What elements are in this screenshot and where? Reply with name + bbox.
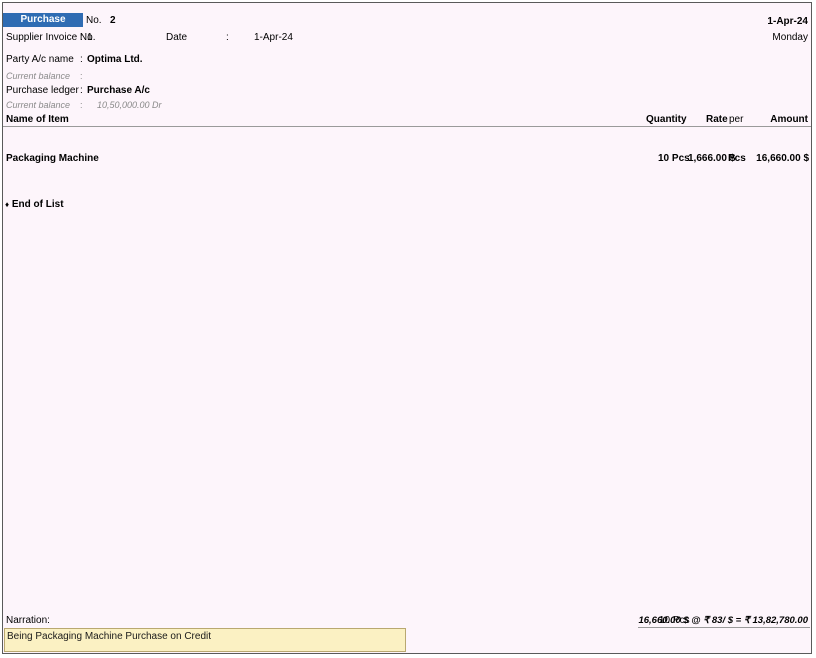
- item-amount[interactable]: 16,660.00 $: [756, 153, 809, 164]
- item-quantity[interactable]: 10 Pcs: [658, 153, 690, 164]
- party-value[interactable]: Optima Ltd.: [87, 54, 143, 65]
- column-rate: Rate: [706, 114, 728, 125]
- diamond-icon: ♦: [5, 200, 10, 209]
- colon: :: [80, 32, 83, 43]
- item-per[interactable]: Pcs: [728, 153, 746, 164]
- column-amount: Amount: [770, 114, 808, 125]
- colon: :: [80, 71, 83, 81]
- voucher-no-label: No.: [86, 15, 102, 26]
- end-of-list[interactable]: ♦ End of List: [5, 199, 64, 210]
- ledger-label: Purchase ledger: [6, 85, 79, 96]
- colon: :: [80, 100, 83, 110]
- narration-field[interactable]: Being Packaging Machine Purchase on Cred…: [4, 628, 406, 652]
- supplier-date-label: Date: [166, 32, 188, 43]
- ledger-balance-value: 10,50,000.00 Dr: [97, 100, 162, 110]
- column-item: Name of Item: [6, 114, 69, 125]
- voucher-day: Monday: [772, 32, 808, 43]
- supplier-invoice-value[interactable]: 1: [87, 32, 93, 43]
- supplier-date-value[interactable]: 1-Apr-24: [254, 32, 293, 43]
- item-name[interactable]: Packaging Machine: [6, 153, 99, 164]
- voucher-no-value[interactable]: 2: [110, 15, 116, 26]
- ledger-balance-label: Current balance: [6, 100, 71, 110]
- totals-divider: [638, 627, 810, 628]
- voucher-type-badge[interactable]: Purchase: [3, 13, 83, 27]
- colon: :: [80, 85, 83, 96]
- party-label: Party A/c name: [6, 54, 74, 65]
- narration-label: Narration:: [6, 615, 50, 626]
- colon: :: [80, 54, 83, 65]
- colon: :: [226, 32, 229, 43]
- header-divider: [3, 126, 811, 127]
- ledger-value[interactable]: Purchase A/c: [87, 85, 150, 96]
- voucher-date[interactable]: 1-Apr-24: [767, 16, 808, 27]
- party-balance-label: Current balance: [6, 71, 71, 81]
- total-amount: 16,660.00 $ @ ₹ 83/ $ = ₹ 13,82,780.00: [638, 615, 808, 626]
- end-of-list-label: End of List: [11, 199, 64, 210]
- column-quantity: Quantity: [646, 114, 687, 125]
- column-per: per: [729, 114, 744, 125]
